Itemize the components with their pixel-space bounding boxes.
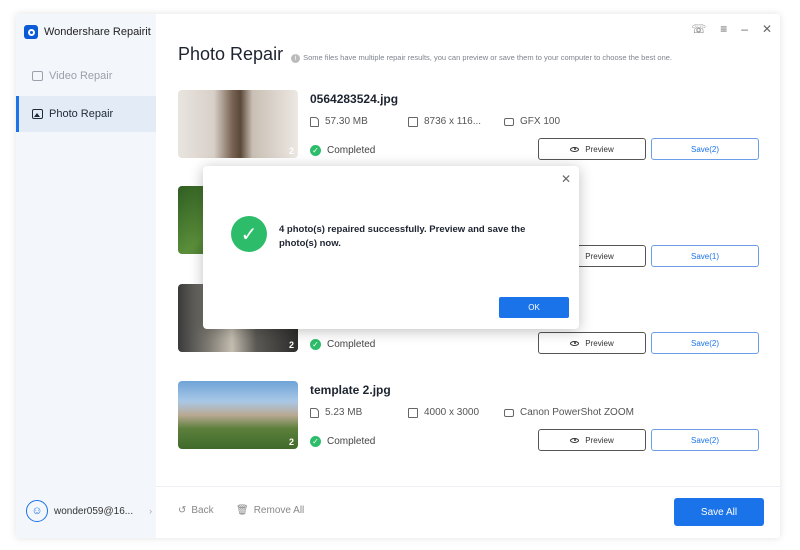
success-check-icon: ✓ bbox=[231, 216, 267, 252]
dialog-message: 4 photo(s) repaired successfully. Previe… bbox=[279, 224, 526, 249]
success-dialog: ✕ ✓ 4 photo(s) repaired successfully. Pr… bbox=[203, 166, 579, 329]
ok-button[interactable]: OK bbox=[499, 297, 569, 318]
modal-overlay: ✕ ✓ 4 photo(s) repaired successfully. Pr… bbox=[0, 0, 800, 550]
close-icon[interactable]: ✕ bbox=[561, 172, 571, 186]
